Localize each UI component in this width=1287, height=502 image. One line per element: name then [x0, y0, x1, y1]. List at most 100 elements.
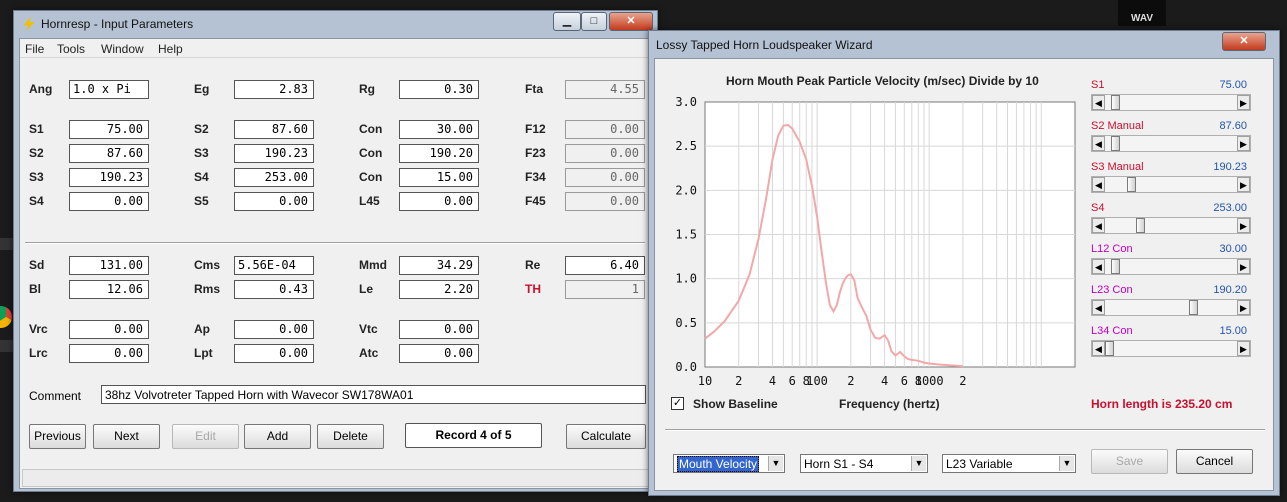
- param-field-mmd-5-2[interactable]: 34.29: [399, 256, 479, 275]
- delete-button[interactable]: Delete: [317, 424, 384, 449]
- slider-left-arrow-icon[interactable]: ◀: [1092, 95, 1105, 110]
- x-tick-label: 6: [789, 374, 796, 388]
- slider-left-arrow-icon[interactable]: ◀: [1092, 177, 1105, 192]
- edit-button[interactable]: Edit: [172, 424, 239, 449]
- param-field-rg-0-2[interactable]: 0.30: [399, 80, 479, 99]
- slider-right-arrow-icon[interactable]: ▶: [1237, 136, 1250, 151]
- variable-dropdown[interactable]: L23 Variable ▼: [942, 454, 1076, 473]
- close-icon: ✕: [1239, 35, 1249, 47]
- param-field-s4-3-1[interactable]: 253.00: [234, 168, 314, 187]
- cancel-button[interactable]: Cancel: [1176, 449, 1253, 474]
- param-field-s5-4-1[interactable]: 0.00: [234, 192, 314, 211]
- desktop-app-icon[interactable]: WAV: [1118, 0, 1166, 26]
- chrome-icon[interactable]: [0, 306, 12, 328]
- slider-thumb[interactable]: [1111, 136, 1121, 151]
- param-field-f23-2-3: 0.00: [565, 144, 645, 163]
- y-tick-label: 1.0: [675, 272, 697, 286]
- tapped-horn-wizard-window: Lossy Tapped Horn Loudspeaker Wizard ✕ H…: [648, 30, 1280, 496]
- param-field-re-5-3[interactable]: 6.40: [565, 256, 645, 275]
- menu-window[interactable]: Window: [101, 42, 144, 56]
- slider-thumb[interactable]: [1111, 95, 1121, 110]
- slider-left-arrow-icon[interactable]: ◀: [1092, 259, 1105, 274]
- param-field-ap-7-1[interactable]: 0.00: [234, 320, 314, 339]
- param-field-vrc-7-0[interactable]: 0.00: [69, 320, 149, 339]
- slider-right-arrow-icon[interactable]: ▶: [1237, 218, 1250, 233]
- comment-field[interactable]: 38hz Volvotreter Tapped Horn with Waveco…: [101, 385, 646, 404]
- param-field-con-3-2[interactable]: 15.00: [399, 168, 479, 187]
- slider-thumb[interactable]: [1105, 341, 1114, 356]
- menu-bar: File Tools Window Help: [20, 39, 651, 58]
- slider-thumb[interactable]: [1188, 300, 1198, 315]
- slider-right-arrow-icon[interactable]: ▶: [1237, 177, 1250, 192]
- close-button[interactable]: ✕: [609, 12, 653, 31]
- param-field-atc-8-2[interactable]: 0.00: [399, 344, 479, 363]
- maximize-button[interactable]: □: [581, 12, 607, 31]
- mouth-velocity-dropdown[interactable]: Mouth Velocity ▼: [673, 454, 785, 473]
- parameter-slider[interactable]: ◀ ▶: [1091, 258, 1251, 275]
- param-label-f23-2-3: F23: [525, 146, 546, 160]
- param-field-lrc-8-0[interactable]: 0.00: [69, 344, 149, 363]
- menu-file[interactable]: File: [25, 42, 44, 56]
- slider-value: 253.00: [1213, 202, 1247, 214]
- param-field-con-1-2[interactable]: 30.00: [399, 120, 479, 139]
- wizard-client-area: Horn Mouth Peak Particle Velocity (m/sec…: [654, 58, 1274, 491]
- param-field-eg-0-1[interactable]: 2.83: [234, 80, 314, 99]
- parameter-slider[interactable]: ◀ ▶: [1091, 176, 1251, 193]
- parameter-slider[interactable]: ◀ ▶: [1091, 299, 1251, 316]
- param-label-lpt-8-1: Lpt: [194, 346, 213, 360]
- param-field-s1-1-0[interactable]: 75.00: [69, 120, 149, 139]
- param-field-s2-1-1[interactable]: 87.60: [234, 120, 314, 139]
- param-field-s4-4-0[interactable]: 0.00: [69, 192, 149, 211]
- minimize-button[interactable]: ▁: [553, 12, 581, 31]
- param-field-lpt-8-1[interactable]: 0.00: [234, 344, 314, 363]
- param-label-eg-0-1: Eg: [194, 82, 210, 96]
- slider-right-arrow-icon[interactable]: ▶: [1237, 95, 1250, 110]
- param-field-rms-6-1[interactable]: 0.43: [234, 280, 314, 299]
- param-label-s2-1-1: S2: [194, 122, 209, 136]
- param-field-bl-6-0[interactable]: 12.06: [69, 280, 149, 299]
- slider-right-arrow-icon[interactable]: ▶: [1237, 300, 1250, 315]
- param-field-sd-5-0[interactable]: 131.00: [69, 256, 149, 275]
- slider-left-arrow-icon[interactable]: ◀: [1092, 136, 1105, 151]
- slider-left-arrow-icon[interactable]: ◀: [1092, 218, 1105, 233]
- save-button[interactable]: Save: [1091, 449, 1168, 474]
- add-button[interactable]: Add: [244, 424, 311, 449]
- slider-thumb[interactable]: [1127, 177, 1137, 192]
- slider-thumb[interactable]: [1135, 218, 1145, 233]
- param-field-s3-3-0[interactable]: 190.23: [69, 168, 149, 187]
- calculate-button[interactable]: Calculate: [566, 424, 646, 449]
- param-field-s3-2-1[interactable]: 190.23: [234, 144, 314, 163]
- menu-tools[interactable]: Tools: [57, 42, 85, 56]
- slider-right-arrow-icon[interactable]: ▶: [1237, 341, 1250, 356]
- wizard-close-button[interactable]: ✕: [1222, 32, 1266, 51]
- previous-button[interactable]: Previous: [29, 424, 86, 449]
- y-tick-label: 1.5: [675, 228, 697, 242]
- param-label-s3-3-0: S3: [29, 170, 44, 184]
- param-field-con-2-2[interactable]: 190.20: [399, 144, 479, 163]
- show-baseline-checkbox[interactable]: ✓: [671, 397, 684, 410]
- param-field-f34-3-3: 0.00: [565, 168, 645, 187]
- slider-left-arrow-icon[interactable]: ◀: [1092, 341, 1105, 356]
- param-field-l45-4-2[interactable]: 0.00: [399, 192, 479, 211]
- next-button[interactable]: Next: [93, 424, 160, 449]
- parameter-slider[interactable]: ◀ ▶: [1091, 94, 1251, 111]
- param-field-vtc-7-2[interactable]: 0.00: [399, 320, 479, 339]
- maximize-icon: □: [590, 15, 598, 27]
- slider-right-arrow-icon[interactable]: ▶: [1237, 259, 1250, 274]
- record-indicator: Record 4 of 5: [405, 423, 542, 448]
- parameter-slider[interactable]: ◀ ▶: [1091, 340, 1251, 357]
- param-field-s2-2-0[interactable]: 87.60: [69, 144, 149, 163]
- parameter-slider[interactable]: ◀ ▶: [1091, 217, 1251, 234]
- param-field-th-6-3: 1: [565, 280, 645, 299]
- horn-segment-dropdown[interactable]: Horn S1 - S4 ▼: [800, 454, 928, 473]
- param-field-ang-0-0[interactable]: 1.0 x Pi: [69, 80, 149, 99]
- desktop-edge-item: [0, 340, 14, 352]
- dropdown-value: Horn S1 - S4: [804, 457, 874, 471]
- param-field-le-6-2[interactable]: 2.20: [399, 280, 479, 299]
- chevron-down-icon: ▼: [911, 456, 926, 471]
- slider-thumb[interactable]: [1111, 259, 1121, 274]
- parameter-slider[interactable]: ◀ ▶: [1091, 135, 1251, 152]
- param-field-cms-5-1[interactable]: 5.56E-04: [234, 256, 314, 275]
- slider-left-arrow-icon[interactable]: ◀: [1092, 300, 1105, 315]
- menu-help[interactable]: Help: [158, 42, 183, 56]
